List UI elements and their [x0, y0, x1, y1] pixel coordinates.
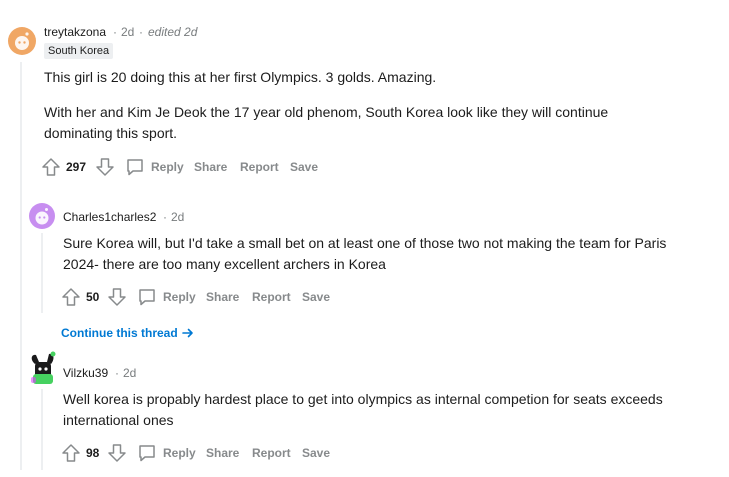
- comment-paragraph: international ones: [63, 412, 174, 428]
- reply-button[interactable]: Reply: [163, 290, 196, 304]
- avatar[interactable]: [27, 350, 57, 386]
- reply-button[interactable]: Reply: [163, 446, 196, 460]
- comment-icon[interactable]: [137, 287, 157, 307]
- thread-line-main[interactable]: [20, 62, 22, 470]
- comment-author[interactable]: Vilzku39: [63, 366, 108, 380]
- avatar[interactable]: [29, 203, 55, 229]
- snoovatar-icon: [31, 351, 56, 384]
- share-button[interactable]: Share: [194, 160, 227, 174]
- downvote-icon[interactable]: [107, 443, 127, 463]
- downvote-icon[interactable]: [107, 287, 127, 307]
- comment-paragraph: dominating this sport.: [44, 125, 178, 141]
- vote-score: 50: [86, 290, 100, 304]
- save-button[interactable]: Save: [302, 446, 330, 460]
- user-flair: South Korea: [44, 43, 114, 59]
- comment-paragraph: Well korea is propably hardest place to …: [63, 391, 663, 407]
- save-button[interactable]: Save: [290, 160, 318, 174]
- comment-paragraph: With her and Kim Je Deok the 17 year old…: [44, 104, 609, 120]
- comment-icon[interactable]: [137, 443, 157, 463]
- reply-button[interactable]: Reply: [151, 160, 184, 174]
- share-button[interactable]: Share: [206, 446, 239, 460]
- comment-paragraph: 2024- there are too many excellent arche…: [63, 256, 386, 272]
- upvote-icon[interactable]: [41, 157, 61, 177]
- comment-timestamp[interactable]: 2d: [121, 25, 134, 39]
- comment-author[interactable]: treytakzona: [44, 25, 106, 39]
- thread-line-reply-2[interactable]: [41, 389, 43, 470]
- meta-separator: ·: [113, 25, 117, 39]
- report-button[interactable]: Report: [252, 446, 291, 460]
- comment-paragraph: Sure Korea will, but I'd take a small be…: [63, 235, 667, 251]
- save-button[interactable]: Save: [302, 290, 330, 304]
- upvote-icon[interactable]: [61, 443, 81, 463]
- snoo-avatar-icon: [35, 208, 49, 225]
- continue-thread-label: Continue this thread: [61, 326, 178, 340]
- continue-thread-link[interactable]: Continue this thread: [61, 324, 194, 342]
- downvote-icon[interactable]: [95, 157, 115, 177]
- comment-icon[interactable]: [125, 157, 145, 177]
- upvote-icon[interactable]: [61, 287, 81, 307]
- report-button[interactable]: Report: [252, 290, 291, 304]
- thread-line-reply[interactable]: [41, 233, 43, 313]
- vote-score: 297: [66, 160, 87, 174]
- meta-separator: ·: [163, 210, 167, 224]
- arrow-right-icon: [182, 328, 194, 338]
- comment-paragraph: This girl is 20 doing this at her first …: [44, 69, 437, 85]
- vote-score: 98: [86, 446, 100, 460]
- share-button[interactable]: Share: [206, 290, 239, 304]
- avatar[interactable]: [8, 27, 36, 55]
- comment-author[interactable]: Charles1charles2: [63, 210, 156, 224]
- report-button[interactable]: Report: [240, 160, 279, 174]
- comment-timestamp[interactable]: 2d: [171, 210, 184, 224]
- meta-separator: ·: [115, 366, 119, 380]
- snoo-avatar-icon: [15, 32, 29, 50]
- edited-label: edited 2d: [148, 25, 198, 39]
- comment-timestamp[interactable]: 2d: [123, 366, 136, 380]
- meta-separator: ·: [139, 25, 143, 39]
